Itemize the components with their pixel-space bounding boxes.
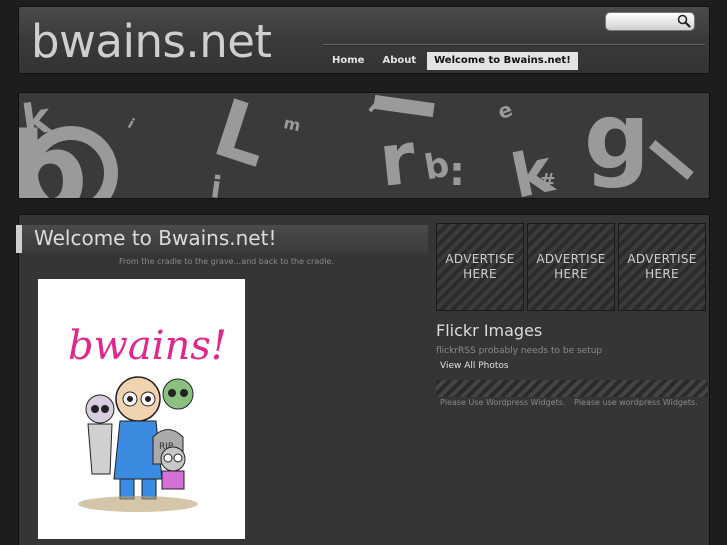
widget-note: Please Use Wordpress Widgets. [440,398,566,407]
banner-letter: g [584,93,650,190]
ad-text: ADVERTISE [627,252,697,266]
ad-text: HERE [463,267,497,281]
banner-letter: : [449,149,465,195]
title-accent [16,225,22,253]
banner: k b L m r b i k # g i e : r [18,92,710,199]
widget-divider [436,380,708,397]
nav-divider [323,44,705,46]
banner-letter: i [125,116,137,132]
illustration-logo: bwains! [68,323,227,369]
flickr-note: flickrRSS probably needs to be setup [436,346,603,356]
search-box [605,12,695,31]
ad-text: HERE [645,267,679,281]
ad-slot-3[interactable]: ADVERTISE HERE [618,223,706,311]
post-title[interactable]: Welcome to Bwains.net! [34,225,276,251]
banner-letter: b [421,145,452,189]
ad-slot-2[interactable]: ADVERTISE HERE [527,223,615,311]
site-logo[interactable]: bwains.net [31,15,272,69]
bwains-illustration: bwains! RIP [68,323,227,512]
ad-slot-1[interactable]: ADVERTISE HERE [436,223,524,311]
ad-text: HERE [554,267,588,281]
banner-letter: e [495,97,516,124]
ad-text: ADVERTISE [536,252,606,266]
nav-item-home[interactable]: Home [325,52,371,70]
banner-letter: r [375,116,420,199]
post-image: bwains! RIP [38,279,245,539]
view-all-photos-link[interactable]: View All Photos [440,361,509,371]
banner-letters: k b L m r b i k # g i e : r [19,93,694,199]
nav-item-about[interactable]: About [375,52,423,70]
nav-item-welcome[interactable]: Welcome to Bwains.net! [427,52,578,70]
ad-text: ADVERTISE [445,252,515,266]
post-subtitle: From the cradle to the grave...and back … [119,257,334,266]
banner-letter: m [282,113,302,135]
widget-note: Please use wordpress Widgets. [574,398,698,407]
flickr-title: Flickr Images [436,321,543,340]
search-input[interactable] [610,14,674,28]
magnifier-icon[interactable] [677,14,691,28]
banner-letter: # [539,169,556,193]
banner-letter: i [209,170,224,199]
content-panel: Welcome to Bwains.net! From the cradle t… [16,214,710,545]
main-nav: Home About Welcome to Bwains.net! [325,52,578,70]
page: bwains.net Home About Welcome to Bwains.… [0,0,727,545]
site-header: bwains.net Home About Welcome to Bwains.… [18,6,710,74]
